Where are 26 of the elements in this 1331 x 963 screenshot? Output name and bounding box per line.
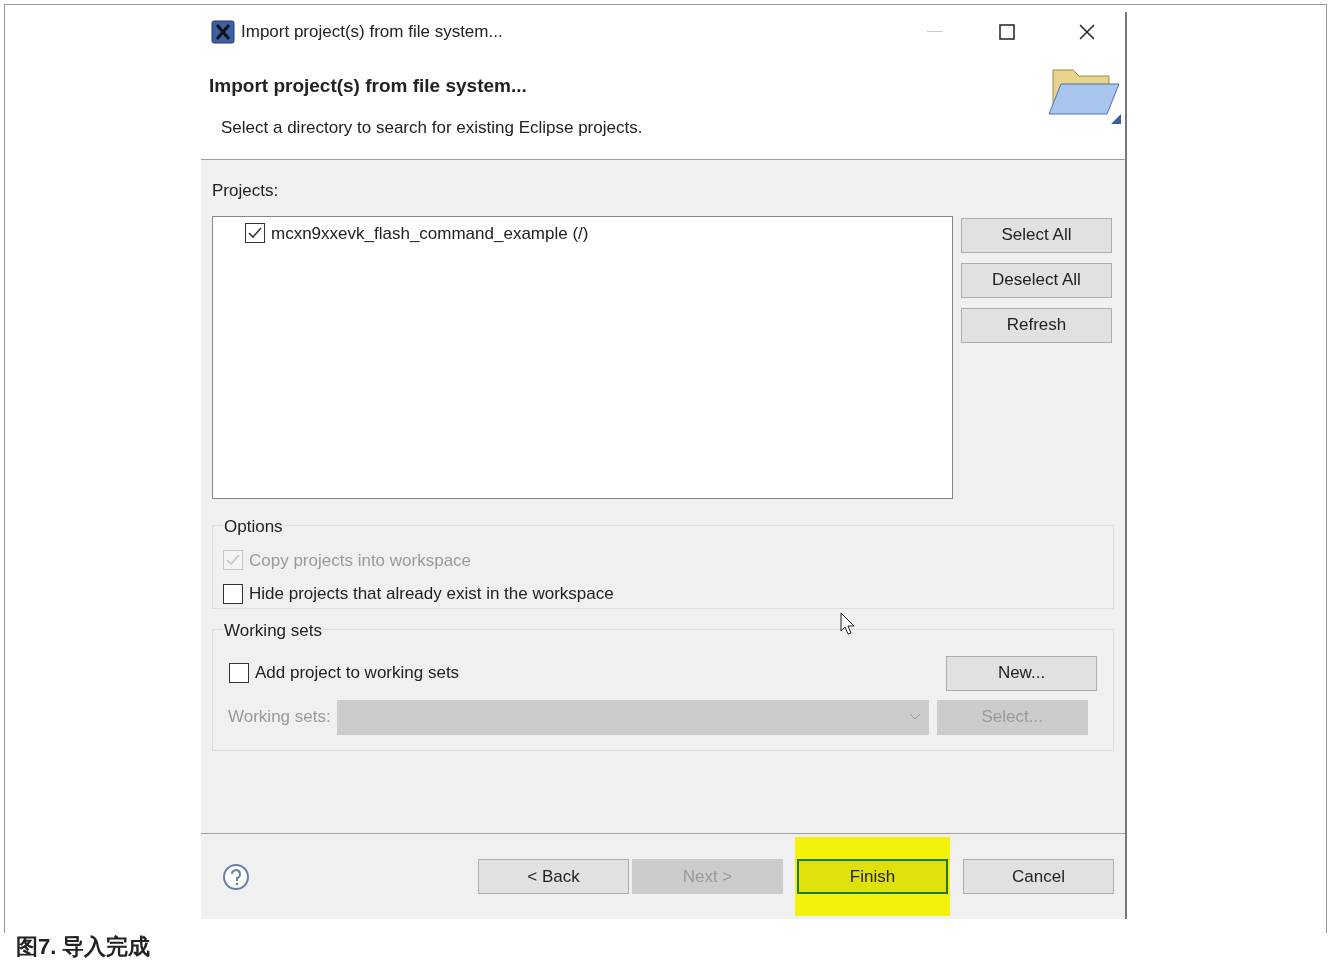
list-action-button[interactable]: Select All [961, 217, 1112, 253]
wizard-button[interactable]: Finish [797, 859, 948, 894]
projects-label: Projects: [212, 180, 280, 202]
page-title: Import project(s) from file system... [209, 74, 528, 98]
chevron-down-icon [909, 714, 920, 720]
option-label: Add project to working sets [255, 662, 460, 685]
option-label: Copy projects into workspace [249, 549, 472, 572]
checkbox[interactable] [245, 223, 265, 244]
cursor-icon [840, 611, 856, 636]
list-action-button[interactable]: Deselect All [961, 262, 1112, 298]
option-label: Hide projects that already exist in the workspace [249, 583, 614, 605]
maximize-icon[interactable] [999, 24, 1015, 40]
page-description: Select a directory to search for existing Eclipse projects. [221, 116, 644, 139]
wizard-button[interactable]: Cancel [963, 859, 1114, 894]
project-name: mcxn9xxevk_flash_command_example (/) [271, 222, 589, 245]
working-sets-label: Working sets: [228, 706, 331, 729]
wizard-button[interactable]: < Back [478, 859, 629, 894]
close-icon[interactable] [1079, 24, 1095, 40]
checkbox[interactable] [229, 663, 249, 683]
figure-caption: 图7. 导入完成 [16, 933, 152, 961]
window-title: Import project(s) from file system... [241, 21, 503, 44]
new-button[interactable]: New... [946, 655, 1097, 691]
checkbox[interactable] [223, 583, 243, 604]
list-action-button[interactable]: Refresh [961, 307, 1112, 343]
app-icon [211, 20, 235, 44]
help-icon[interactable] [222, 862, 250, 891]
